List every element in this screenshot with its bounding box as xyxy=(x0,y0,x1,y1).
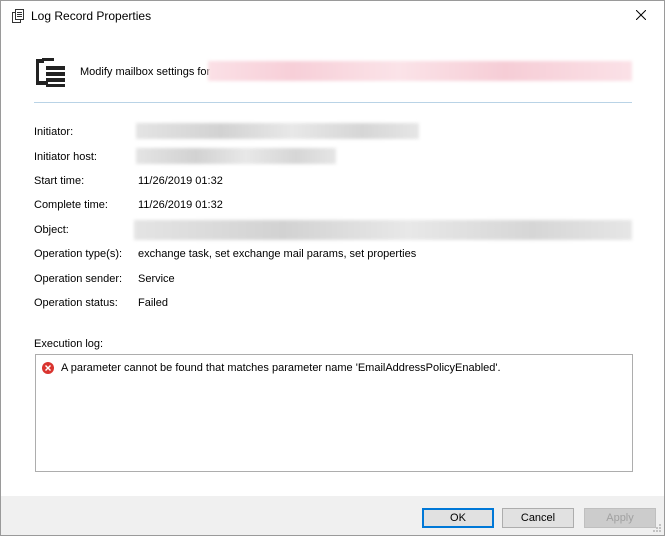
button-bar: OK Cancel Apply xyxy=(1,496,664,535)
log-record-properties-dialog: Log Record Properties Modify mailbox set… xyxy=(0,0,665,536)
initiator-host-label: Initiator host: xyxy=(34,151,97,163)
redacted-object-value xyxy=(134,220,632,240)
complete-time-label: Complete time: xyxy=(34,199,108,211)
log-entry-text: A parameter cannot be found that matches… xyxy=(61,362,501,374)
close-button[interactable] xyxy=(618,1,664,31)
execution-log-list[interactable]: A parameter cannot be found that matches… xyxy=(35,354,633,472)
execution-log-label: Execution log: xyxy=(34,338,104,350)
operation-status-label: Operation status: xyxy=(34,297,118,309)
header-description: Modify mailbox settings for xyxy=(80,66,211,78)
close-icon xyxy=(635,9,647,23)
window-title: Log Record Properties xyxy=(31,9,152,23)
complete-time-value: 11/26/2019 01:32 xyxy=(138,199,223,211)
document-list-icon xyxy=(11,9,25,23)
ok-button[interactable]: OK xyxy=(422,508,494,528)
object-label: Object: xyxy=(34,224,69,236)
start-time-value: 11/26/2019 01:32 xyxy=(138,175,223,187)
apply-button[interactable]: Apply xyxy=(584,508,656,528)
initiator-label: Initiator: xyxy=(34,126,74,138)
title-bar[interactable]: Log Record Properties xyxy=(1,1,664,31)
ok-button-label: OK xyxy=(450,512,466,524)
server-document-icon xyxy=(34,55,66,87)
resize-grip-icon[interactable] xyxy=(652,523,662,533)
cancel-button-label: Cancel xyxy=(520,512,556,524)
redacted-initiator-value xyxy=(136,123,419,139)
operation-types-label: Operation type(s): xyxy=(34,248,123,260)
apply-button-label: Apply xyxy=(606,512,634,524)
header-separator xyxy=(34,102,632,103)
operation-sender-label: Operation sender: xyxy=(34,273,123,285)
operation-sender-value: Service xyxy=(138,273,175,285)
log-entry[interactable]: A parameter cannot be found that matches… xyxy=(42,362,501,374)
cancel-button[interactable]: Cancel xyxy=(502,508,574,528)
error-icon xyxy=(42,362,54,374)
redacted-mailbox-name xyxy=(208,61,632,81)
redacted-initiator-host-value xyxy=(136,148,336,164)
operation-types-value: exchange task, set exchange mail params,… xyxy=(138,248,417,260)
start-time-label: Start time: xyxy=(34,175,85,187)
operation-status-value: Failed xyxy=(138,297,168,309)
